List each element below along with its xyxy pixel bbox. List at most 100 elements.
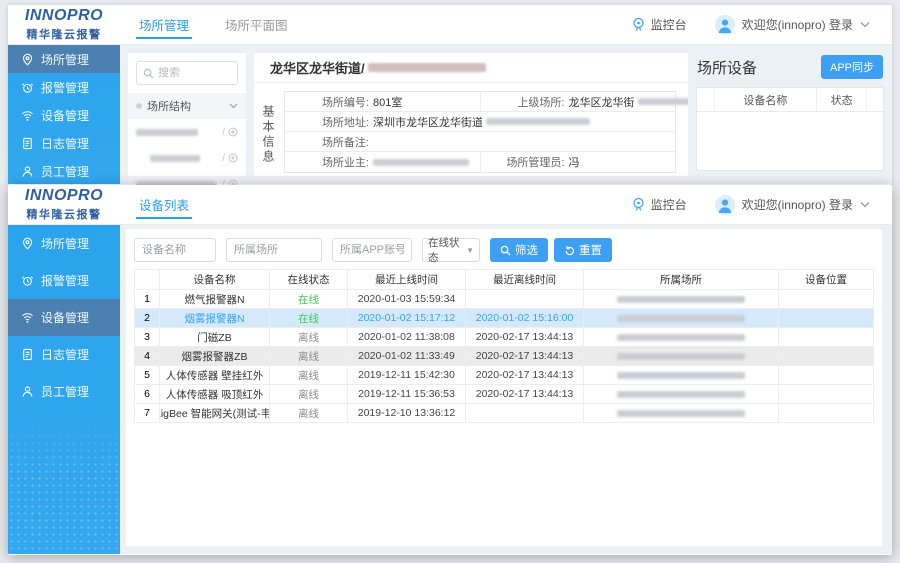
add-circle-icon xyxy=(228,153,238,163)
refresh-icon xyxy=(564,245,575,256)
device-table: 设备名称在线状态最近上线时间最近离线时间所属场所设备位置1燃气报警器N在线202… xyxy=(134,269,874,423)
redacted-value xyxy=(638,98,689,105)
tree-item-actions[interactable]: / xyxy=(222,127,238,138)
alarm-management-icon xyxy=(21,274,34,287)
device-position-cell xyxy=(779,309,874,328)
sidebar-item-alarm-management[interactable]: 报警管理 xyxy=(8,73,120,101)
field-value xyxy=(373,159,469,166)
device-position-cell xyxy=(779,347,874,366)
device-name-cell: 烟雾报警器N xyxy=(160,309,270,328)
user-menu[interactable]: 欢迎您(innopro) 登录 xyxy=(715,195,870,215)
sidebar-item-venue-management[interactable]: 场所管理 xyxy=(8,45,120,73)
device-management-icon xyxy=(21,311,34,324)
tree-item[interactable]: / xyxy=(128,171,246,185)
back-window-header: INNOPRO 精华隆云报警 场所管理 场所平面图 监控台 欢迎您(innopr… xyxy=(8,5,892,45)
tab-venue-management[interactable]: 场所管理 xyxy=(136,5,192,44)
tree-item[interactable]: / xyxy=(128,119,246,145)
sidebar-item-log-management[interactable]: 日志管理 xyxy=(8,336,120,373)
table-row[interactable]: 6人体传感器 吸顶红外离线2019-12-11 15:36:532020-02-… xyxy=(134,385,874,404)
venue-filter-input[interactable] xyxy=(226,238,322,262)
venue-devices-title: 场所设备 xyxy=(697,57,757,78)
table-row[interactable]: 4烟雾报警器ZB离线2020-01-02 11:33:492020-02-17 … xyxy=(134,347,874,366)
last-offline-cell: 2020-02-17 13:44:13 xyxy=(466,347,584,366)
sidebar-item-label: 员工管理 xyxy=(41,383,89,400)
column-header: 设备名称 xyxy=(160,269,270,290)
sidebar-item-alarm-management[interactable]: 报警管理 xyxy=(8,262,120,299)
search-icon xyxy=(500,245,511,256)
online-status-cell: 离线 xyxy=(270,347,348,366)
field-label: 场所业主: xyxy=(285,154,369,170)
tree-root-node[interactable]: 场所结构 xyxy=(128,93,246,119)
form-field: 场所地址:深圳市龙华区龙华街道 xyxy=(285,112,675,131)
venue-cell xyxy=(584,385,779,404)
breadcrumb-text: 龙华区龙华街道/ xyxy=(270,58,365,77)
venue-devices-table: 设备名称 状态 xyxy=(696,87,884,171)
table-row[interactable]: 3门磁ZB离线2020-01-02 11:38:082020-02-17 13:… xyxy=(134,328,874,347)
table-row[interactable]: 5人体传感器 壁挂红外离线2019-12-11 15:42:302020-02-… xyxy=(134,366,874,385)
redacted-venue-name xyxy=(617,334,745,341)
table-row[interactable]: 1燃气报警器N在线2020-01-03 15:59:34 xyxy=(134,290,874,309)
redacted-venue-name xyxy=(617,296,745,303)
tree-search-input[interactable] xyxy=(158,67,231,79)
table-row[interactable]: 7ZigBee 智能网关(测试-韦)离线2019-12-10 13:36:12 xyxy=(134,404,874,423)
column-header: 在线状态 xyxy=(270,269,348,290)
sidebar-item-label: 日志管理 xyxy=(41,346,89,363)
tab-device-list[interactable]: 设备列表 xyxy=(136,185,192,224)
sidebar-item-venue-management[interactable]: 场所管理 xyxy=(8,225,120,262)
device-position-cell xyxy=(779,366,874,385)
device-name-filter-input[interactable] xyxy=(134,238,216,262)
reset-button[interactable]: 重置 xyxy=(554,238,612,262)
device-position-cell xyxy=(779,385,874,404)
tree-item-actions[interactable]: / xyxy=(222,153,238,164)
venue-devices-panel: 场所设备 APP同步 设备名称 状态 xyxy=(696,53,884,176)
brand-subtitle: 精华隆云报警 xyxy=(27,26,102,42)
row-index: 6 xyxy=(134,385,160,404)
staff-management-icon xyxy=(21,165,34,178)
tree-item[interactable]: / xyxy=(128,145,246,171)
filter-button[interactable]: 筛选 xyxy=(490,238,548,262)
last-online-cell: 2019-12-11 15:42:30 xyxy=(348,366,466,385)
sidebar-item-staff-management[interactable]: 员工管理 xyxy=(8,373,120,410)
device-list-panel: 在线状态 ▼ 筛选 重置 设备名称在线状态最近上线时间最近离线时间所属场所设备位… xyxy=(126,229,882,546)
redacted-venue-name xyxy=(136,129,198,136)
redacted-venue-name xyxy=(617,391,745,398)
breadcrumb-redacted-text xyxy=(368,63,486,72)
world-map-dots-decoration xyxy=(8,419,120,554)
monitor-icon xyxy=(631,17,646,32)
filter-bar: 在线状态 ▼ 筛选 重置 xyxy=(134,235,874,269)
front-header-right: 监控台 欢迎您(innopro) 登录 xyxy=(631,185,892,224)
basic-info-section-label: 基本信息 xyxy=(260,91,277,173)
column-header: 最近离线时间 xyxy=(466,269,584,290)
tab-venue-floorplan[interactable]: 场所平面图 xyxy=(222,5,291,44)
chevron-down-icon xyxy=(860,21,870,28)
redacted-venue-name xyxy=(617,372,745,379)
back-header-right: 监控台 欢迎您(innopro) 登录 xyxy=(631,5,892,44)
field-label: 场所编号: xyxy=(285,94,369,110)
back-tab-bar: 场所管理 场所平面图 xyxy=(136,5,631,44)
online-status-cell: 在线 xyxy=(270,290,348,309)
monitor-console-link[interactable]: 监控台 xyxy=(631,16,687,33)
venue-cell xyxy=(584,347,779,366)
log-management-icon xyxy=(21,348,34,361)
column-header: 最近上线时间 xyxy=(348,269,466,290)
online-status-cell: 离线 xyxy=(270,404,348,423)
app-sync-button[interactable]: APP同步 xyxy=(821,55,883,79)
sidebar-item-device-management[interactable]: 设备管理 xyxy=(8,299,120,336)
table-row[interactable]: 2烟雾报警器N在线2020-01-02 15:17:122020-01-02 1… xyxy=(134,309,874,328)
online-status-cell: 离线 xyxy=(270,366,348,385)
monitor-console-link[interactable]: 监控台 xyxy=(631,196,687,213)
sidebar-item-log-management[interactable]: 日志管理 xyxy=(8,129,120,157)
sidebar-item-staff-management[interactable]: 员工管理 xyxy=(8,157,120,184)
field-label: 场所备注: xyxy=(285,134,369,150)
app-account-filter-input[interactable] xyxy=(332,238,412,262)
venue-management-icon xyxy=(21,237,34,250)
tree-search-box[interactable] xyxy=(136,61,238,85)
front-sidebar: 场所管理报警管理设备管理日志管理员工管理 xyxy=(8,225,120,554)
user-menu[interactable]: 欢迎您(innopro) 登录 xyxy=(715,15,870,35)
sidebar-item-device-management[interactable]: 设备管理 xyxy=(8,101,120,129)
last-offline-cell: 2020-02-17 13:44:13 xyxy=(466,366,584,385)
online-status-select[interactable]: 在线状态 ▼ xyxy=(422,238,480,262)
edit-slash-icon: / xyxy=(222,153,225,164)
redacted-venue-name xyxy=(617,315,745,322)
last-offline-cell: 2020-02-17 13:44:13 xyxy=(466,328,584,347)
